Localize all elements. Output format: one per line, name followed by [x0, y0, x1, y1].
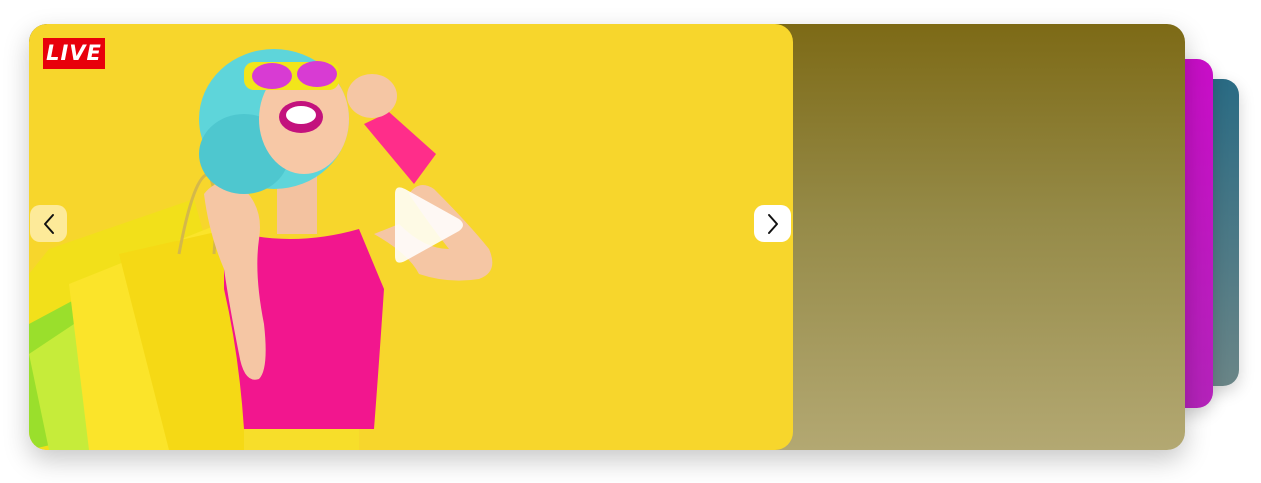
chevron-right-icon — [767, 213, 778, 234]
next-slide-button[interactable] — [754, 205, 791, 242]
video-carousel: LIVE — [0, 0, 1261, 483]
live-video-thumbnail[interactable]: LIVE — [29, 24, 793, 450]
active-slide-card: LIVE — [29, 24, 1185, 450]
play-video-button[interactable] — [387, 182, 467, 268]
previous-slide-button[interactable] — [30, 205, 67, 242]
chevron-left-icon — [43, 213, 54, 234]
play-icon — [395, 187, 463, 263]
live-badge: LIVE — [43, 38, 105, 69]
